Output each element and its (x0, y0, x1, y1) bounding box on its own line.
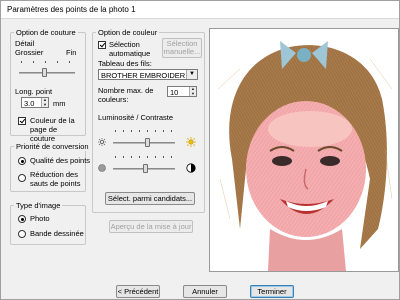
contrast-icon (98, 164, 106, 172)
detail-slider-thumb[interactable] (42, 68, 47, 77)
coarse-label: Grossier (15, 48, 44, 57)
sun-icon (186, 137, 196, 147)
contrast-tick (123, 156, 124, 158)
sun-icon (98, 138, 106, 146)
brightness-contrast-label: Luminosité / Contraste (98, 113, 174, 122)
photo-label: Photo (30, 214, 50, 223)
contrast-tick (155, 156, 156, 158)
max-colors-arrows[interactable]: ▲ ▼ (189, 87, 196, 96)
stitch-length-arrows[interactable]: ▲ ▼ (41, 98, 48, 107)
max-colors-spinner[interactable]: 10 ▲ ▼ (167, 86, 197, 97)
cartoon-radio[interactable] (18, 230, 26, 238)
cartoon-label: Bande dessinée (30, 229, 84, 238)
thread-chart-value: BROTHER EMBROIDERY (101, 71, 185, 80)
brightness-tick (115, 130, 116, 132)
photo-radio[interactable] (18, 215, 26, 223)
chevron-down-icon[interactable]: ▼ (186, 70, 197, 79)
quality-radio[interactable] (18, 157, 26, 165)
jump-reduction-radio[interactable] (18, 174, 26, 182)
stitch-length-unit: mm (53, 99, 66, 108)
auto-select-checkbox[interactable] (98, 41, 106, 49)
detail-label: Détail (15, 39, 35, 48)
stitch-preview-pane (209, 28, 399, 272)
contrast-tick (147, 156, 148, 158)
conversion-priority-legend: Priorité de conversion (14, 142, 91, 151)
stitch-length-value: 3.0 (24, 99, 35, 108)
contrast-tick (131, 156, 132, 158)
image-type-legend: Type d'image (14, 201, 63, 210)
brightness-tick (131, 130, 132, 132)
brightness-slider-thumb[interactable] (145, 138, 150, 147)
contrast-icon (186, 163, 196, 173)
contrast-slider-thumb[interactable] (143, 164, 148, 173)
brightness-tick (123, 130, 124, 132)
stitch-length-label: Long. point (15, 87, 53, 96)
brightness-tick (139, 130, 140, 132)
title-bar: Paramètres des points de la photo 1 (1, 1, 399, 19)
contrast-tick (163, 156, 164, 158)
photo-stitch-settings-dialog: Paramètres des points de la photo 1 Opti… (0, 0, 400, 300)
detail-slider-track[interactable] (19, 72, 75, 74)
manual-select-button[interactable]: Sélection manuelle... (162, 38, 202, 58)
quality-label: Qualité des points (30, 156, 91, 165)
preview-image (210, 29, 398, 271)
finish-button[interactable]: Terminer (250, 285, 294, 298)
detail-tick (69, 61, 70, 63)
color-option-legend: Option de couleur (96, 28, 160, 37)
page-color-label: Couleur de la page de couture (30, 116, 75, 143)
previous-button[interactable]: < Précédent (116, 285, 160, 298)
auto-select-label: Sélection automatique (109, 40, 151, 58)
max-colors-value: 10 (170, 88, 179, 97)
brightness-slider-track[interactable] (113, 142, 175, 144)
brightness-tick (171, 130, 172, 132)
cancel-button[interactable]: Annuler (183, 285, 227, 298)
update-preview-button[interactable]: Aperçu de la mise à jour (109, 220, 193, 233)
thread-chart-label: Tableau des fils: (98, 59, 152, 68)
window-title: Paramètres des points de la photo 1 (7, 5, 136, 14)
brightness-tick (155, 130, 156, 132)
detail-tick (45, 61, 46, 63)
detail-tick (33, 61, 34, 63)
contrast-tick (171, 156, 172, 158)
jump-reduction-label: Réduction des sauts de points (30, 170, 81, 188)
choose-candidates-button[interactable]: Sélect. parmi candidats... (105, 192, 195, 205)
image-type-group (10, 205, 86, 245)
detail-tick (57, 61, 58, 63)
max-colors-label: Nombre max. de couleurs: (98, 86, 154, 104)
stitch-length-spinner[interactable]: 3.0 ▲ ▼ (21, 97, 49, 108)
page-color-checkbox[interactable] (18, 117, 26, 125)
thread-chart-select[interactable]: BROTHER EMBROIDERY ▼ (98, 69, 198, 80)
detail-tick (21, 61, 22, 63)
brightness-tick (163, 130, 164, 132)
contrast-tick (115, 156, 116, 158)
contrast-tick (139, 156, 140, 158)
brightness-tick (147, 130, 148, 132)
fine-label: Fin (66, 48, 77, 57)
stitch-option-legend: Option de couture (14, 28, 78, 37)
